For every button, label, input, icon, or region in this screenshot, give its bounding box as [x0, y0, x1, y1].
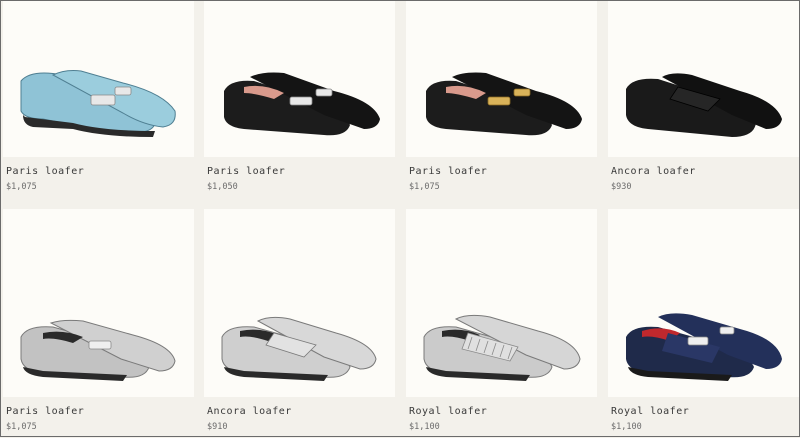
loafer-icon	[423, 314, 581, 381]
loafer-icon	[20, 70, 176, 137]
product-name[interactable]: Royal loafer	[409, 406, 487, 417]
product-image[interactable]	[608, 209, 799, 397]
product-grid: Paris loafer $1,075 Paris loafer $1,050	[1, 1, 800, 438]
product-name[interactable]: Paris loafer	[6, 166, 84, 177]
product-image[interactable]	[406, 209, 597, 397]
loafer-icon	[20, 319, 176, 381]
loafer-icon	[221, 316, 377, 381]
silver-h-buckle-icon	[289, 96, 313, 106]
loafer-icon	[224, 72, 380, 136]
product-name[interactable]: Paris loafer	[207, 166, 285, 177]
product-name[interactable]: Ancora loafer	[611, 166, 696, 177]
product-name[interactable]: Ancora loafer	[207, 406, 292, 417]
product-price: $930	[611, 182, 632, 192]
loafer-icon	[626, 73, 782, 137]
product-price: $910	[207, 422, 228, 432]
product-image[interactable]	[406, 1, 597, 157]
product-image[interactable]	[608, 1, 799, 157]
product-price: $1,075	[6, 182, 37, 192]
loafer-icon	[626, 313, 782, 381]
silver-h-buckle-icon	[90, 94, 116, 106]
silver-h-buckle-icon	[88, 340, 112, 350]
product-price: $1,100	[409, 422, 440, 432]
product-price: $1,075	[6, 422, 37, 432]
product-image[interactable]	[3, 1, 194, 157]
product-image[interactable]	[3, 209, 194, 397]
product-name[interactable]: Paris loafer	[6, 406, 84, 417]
product-price: $1,050	[207, 182, 238, 192]
product-price: $1,075	[409, 182, 440, 192]
product-name[interactable]: Royal loafer	[611, 406, 689, 417]
silver-h-buckle-icon	[687, 336, 709, 346]
product-image[interactable]	[204, 209, 395, 397]
product-price: $1,100	[611, 422, 642, 432]
product-image[interactable]	[204, 1, 395, 157]
product-name[interactable]: Paris loafer	[409, 166, 487, 177]
loafer-icon	[426, 72, 582, 136]
gold-h-buckle-icon	[487, 96, 511, 106]
